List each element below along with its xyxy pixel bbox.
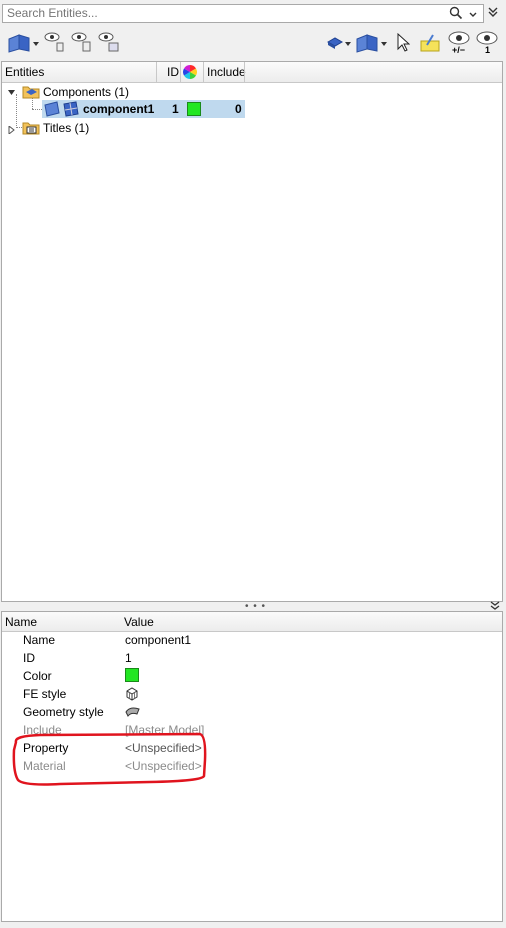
red-highlight-annotation <box>12 732 207 786</box>
